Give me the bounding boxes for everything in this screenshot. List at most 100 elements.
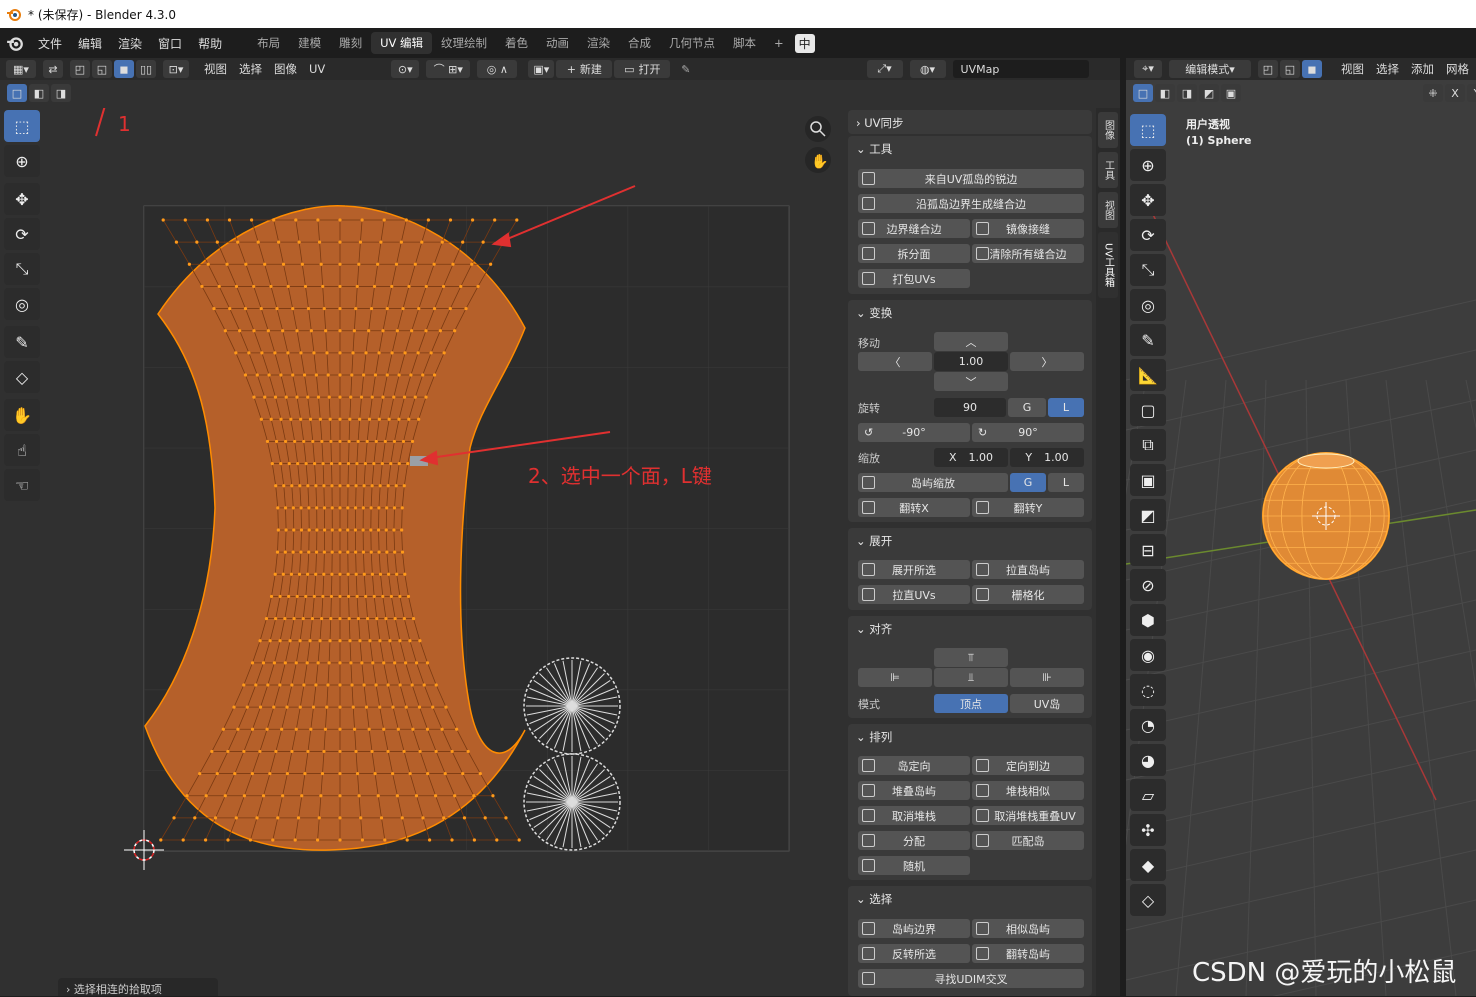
menu-image[interactable]: 图像 xyxy=(268,61,303,77)
rip-tool-icon[interactable]: ◇ xyxy=(4,361,40,393)
tab-tool[interactable]: 工具 xyxy=(1098,152,1118,188)
similar-island-button[interactable]: 相似岛屿 xyxy=(972,919,1084,938)
island-scale-global-button[interactable]: G xyxy=(1010,473,1046,492)
menu-select[interactable]: 选择 xyxy=(233,61,268,77)
rotate-global-button[interactable]: G xyxy=(1008,398,1046,417)
gridify-button[interactable]: 栅格化 xyxy=(972,585,1084,604)
align-top-icon[interactable]: ⫪ xyxy=(934,648,1008,667)
editor-type-icon[interactable]: ▦▾ xyxy=(6,60,36,78)
uv-canvas-svg[interactable]: ✋ xyxy=(0,108,848,996)
v3d-select-extend-icon[interactable]: ◧ xyxy=(1155,84,1175,102)
pack-uvs-button[interactable]: 打包UVs xyxy=(858,269,970,288)
axis-y-toggle[interactable]: Y xyxy=(1467,84,1476,102)
v3d-to-sphere-tool-icon[interactable]: ◇ xyxy=(1130,884,1166,916)
pivot-icon[interactable]: ⊙▾ xyxy=(391,60,420,78)
align-mode-vertex-button[interactable]: 顶点 xyxy=(934,694,1008,713)
transform-title[interactable]: ⌄ 变换 xyxy=(856,305,892,321)
tab-rendering[interactable]: 渲染 xyxy=(578,32,619,54)
tab-modeling[interactable]: 建模 xyxy=(289,32,330,54)
v3d-polybuild-tool-icon[interactable]: ⬢ xyxy=(1130,604,1166,636)
v3d-extrude-tool-icon[interactable]: ⧉ xyxy=(1130,429,1166,461)
transform-tool-icon[interactable]: ◎ xyxy=(4,288,40,320)
tab-compositing[interactable]: 合成 xyxy=(619,32,660,54)
face-select-icon[interactable]: ◼ xyxy=(114,60,134,78)
last-operator-panel[interactable]: › 选择相连的拾取项 xyxy=(58,978,218,996)
stack-islands-button[interactable]: 堆叠岛屿 xyxy=(858,781,970,800)
mirror-seam-button[interactable]: 镜像接缝 xyxy=(972,219,1084,238)
scale-y-field[interactable]: Y 1.00 xyxy=(1010,448,1084,467)
flip-x-button[interactable]: 翻转X xyxy=(858,498,970,517)
v3d-menu-select[interactable]: 选择 xyxy=(1370,61,1405,77)
align-title[interactable]: ⌄ 对齐 xyxy=(856,621,892,637)
island-scale-button[interactable]: 岛屿缩放 xyxy=(858,473,1008,492)
move-left-button[interactable]: 〈 xyxy=(858,352,932,371)
rotate-neg90-button[interactable]: ↺ -90° xyxy=(858,423,970,442)
align-left-icon[interactable]: ⊫ xyxy=(858,668,932,687)
v3d-shrink-tool-icon[interactable]: ◕ xyxy=(1130,744,1166,776)
v3d-select-new-icon[interactable]: □ xyxy=(1133,84,1153,102)
open-image-button[interactable]: ▭ 打开 xyxy=(614,60,671,78)
axis-x-toggle[interactable]: X xyxy=(1445,84,1465,102)
snap-icon[interactable]: ⌒ ⊞▾ xyxy=(426,60,471,78)
unwrap-title[interactable]: ⌄ 展开 xyxy=(856,533,892,549)
uvmap-field[interactable]: UVMap xyxy=(952,60,1089,78)
clear-seams-button[interactable]: 清除所有缝合边 xyxy=(972,244,1084,263)
unstack-overlap-button[interactable]: 取消堆栈重叠UV xyxy=(972,806,1084,825)
pinch-tool-icon[interactable]: ☜ xyxy=(4,469,40,501)
align-mode-island-button[interactable]: UV岛 xyxy=(1010,694,1084,713)
annotate-tool-icon[interactable]: ✎ xyxy=(4,326,40,358)
menu-help[interactable]: 帮助 xyxy=(190,35,230,52)
menu-view[interactable]: 视图 xyxy=(198,61,233,77)
tab-shading[interactable]: 着色 xyxy=(496,32,537,54)
flip-island-select-button[interactable]: 翻转岛屿 xyxy=(972,944,1084,963)
gizmo-icon[interactable]: ◍▾ xyxy=(909,60,946,78)
tab-sculpting[interactable]: 雕刻 xyxy=(330,32,371,54)
v3d-menu-add[interactable]: 添加 xyxy=(1405,61,1440,77)
rotate-value-field[interactable]: 90 xyxy=(934,398,1006,417)
move-right-button[interactable]: 〉 xyxy=(1010,352,1084,371)
menu-window[interactable]: 窗口 xyxy=(150,35,190,52)
v3d-move-tool-icon[interactable]: ✥ xyxy=(1130,184,1166,216)
ime-indicator[interactable]: 中 xyxy=(794,33,815,53)
tab-animation[interactable]: 动画 xyxy=(537,32,578,54)
edge-mode-icon[interactable]: ◱ xyxy=(1280,60,1300,78)
move-up-button[interactable]: ︿ xyxy=(934,332,1008,351)
v3d-select-subtract-icon[interactable]: ◨ xyxy=(1177,84,1197,102)
pin-icon[interactable]: ✎ xyxy=(681,63,690,76)
menu-edit[interactable]: 编辑 xyxy=(70,35,110,52)
unwrap-selected-button[interactable]: 展开所选 xyxy=(858,560,970,579)
v3d-scale-tool-icon[interactable]: ⤡ xyxy=(1130,254,1166,286)
v3d-edge-slide-tool-icon[interactable]: ◔ xyxy=(1130,709,1166,741)
seams-from-islands-button[interactable]: 来自UV孤岛的锐边 xyxy=(858,169,1084,188)
v3d-add-cube-tool-icon[interactable]: ▢ xyxy=(1130,394,1166,426)
v3d-inset-tool-icon[interactable]: ▣ xyxy=(1130,464,1166,496)
rotate-local-button[interactable]: L xyxy=(1048,398,1084,417)
tab-uv-toolkit[interactable]: UV工具箱 xyxy=(1098,232,1118,298)
proportional-edit-icon[interactable]: ◎ ∧ xyxy=(477,60,518,78)
select-mode-new-icon[interactable]: □ xyxy=(7,84,27,102)
distribute-button[interactable]: 分配 xyxy=(858,831,970,850)
vertex-select-icon[interactable]: ◰ xyxy=(70,60,90,78)
flip-y-button[interactable]: 翻转Y xyxy=(972,498,1084,517)
select-title[interactable]: ⌄ 选择 xyxy=(856,891,892,907)
v3d-push-tool-icon[interactable]: ◆ xyxy=(1130,849,1166,881)
tab-scripting[interactable]: 脚本 xyxy=(724,32,765,54)
move-value-field[interactable]: 1.00 xyxy=(934,352,1008,371)
select-mode-subtract-icon[interactable]: ◨ xyxy=(51,84,71,102)
seams-from-border-button[interactable]: 沿孤岛边界生成缝合边 xyxy=(858,194,1084,213)
viewport-3d[interactable]: □ ◧ ◨ ◩ ▣ ⁜ X Y 用户透视 (1) Sphere xyxy=(1126,80,1476,996)
sticky-select-icon[interactable]: ⊡▾ xyxy=(163,60,189,78)
relax-tool-icon[interactable]: ☝ xyxy=(4,434,40,466)
v3d-rotate-tool-icon[interactable]: ⟳ xyxy=(1130,219,1166,251)
tools-title[interactable]: ⌄ 工具 xyxy=(856,141,892,157)
match-island-button[interactable]: 匹配岛 xyxy=(972,831,1084,850)
pan-gizmo-icon[interactable]: ✋ xyxy=(805,147,831,173)
image-browse-icon[interactable]: ▣▾ xyxy=(528,60,555,78)
v3d-select-intersect-icon[interactable]: ▣ xyxy=(1221,84,1241,102)
menu-file[interactable]: 文件 xyxy=(30,35,70,52)
tab-image[interactable]: 图像 xyxy=(1098,112,1118,148)
v3d-shear-tool-icon[interactable]: ▱ xyxy=(1130,779,1166,811)
viewport-3d-scene[interactable] xyxy=(1126,80,1476,996)
v3d-measure-tool-icon[interactable]: 📐 xyxy=(1130,359,1166,391)
tab-geometry-nodes[interactable]: 几何节点 xyxy=(660,32,724,54)
